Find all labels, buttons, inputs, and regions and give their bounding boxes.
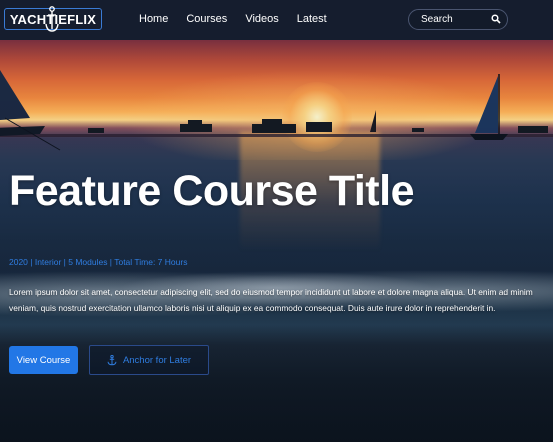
feature-course-title: Feature Course Title xyxy=(9,167,415,215)
page: YACHTIEFLIX Home Courses Videos Latest F… xyxy=(0,0,553,442)
main-nav: Home Courses Videos Latest xyxy=(139,13,345,25)
hero-overlay xyxy=(0,0,553,442)
search-icon[interactable] xyxy=(491,14,501,24)
view-course-button[interactable]: View Course xyxy=(9,346,78,374)
top-navbar: YACHTIEFLIX Home Courses Videos Latest xyxy=(0,0,553,40)
brand-logo[interactable]: YACHTIEFLIX xyxy=(4,6,102,32)
nav-item-videos[interactable]: Videos xyxy=(245,13,278,25)
search-box[interactable] xyxy=(408,9,508,30)
nav-item-latest[interactable]: Latest xyxy=(297,13,327,25)
anchor-for-later-button[interactable]: Anchor for Later xyxy=(89,345,209,375)
search-input[interactable] xyxy=(421,12,485,27)
anchor-icon xyxy=(107,354,117,365)
anchor-for-later-label: Anchor for Later xyxy=(122,354,192,366)
anchor-logo-icon xyxy=(45,6,59,32)
nav-item-home[interactable]: Home xyxy=(139,13,168,25)
nav-item-courses[interactable]: Courses xyxy=(186,13,227,25)
course-description: Lorem ipsum dolor sit amet, consectetur … xyxy=(9,287,533,313)
course-meta: 2020 | Interior | 5 Modules | Total Time… xyxy=(9,257,188,267)
